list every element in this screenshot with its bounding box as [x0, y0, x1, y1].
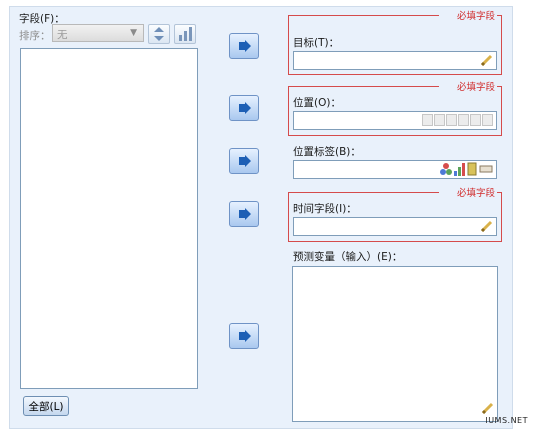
watermark: IUMS.NET	[485, 416, 528, 425]
pencil-icon	[480, 220, 493, 236]
location-label-label: 位置标签(B)：	[293, 146, 361, 158]
move-right-arrow-icon	[239, 40, 251, 52]
measure-level-icons	[440, 162, 493, 176]
circle-icon	[458, 114, 469, 126]
target-label: 目标(T)：	[293, 37, 340, 49]
string-icon	[479, 165, 493, 173]
sort-order-button[interactable]	[174, 24, 196, 44]
location-field[interactable]	[293, 111, 497, 130]
move-right-arrow-icon	[239, 208, 251, 220]
up-down-sort-icon	[154, 27, 164, 41]
pencil-icon	[480, 54, 493, 70]
move-right-arrow-icon	[239, 330, 251, 342]
sort-dropdown-value: 无	[57, 29, 68, 41]
grid-icon	[470, 114, 481, 126]
chevron-down-icon: ▼	[130, 28, 137, 38]
sort-dropdown[interactable]: 无 ▼	[52, 24, 144, 42]
sort-label: 排序：	[19, 30, 51, 42]
move-to-time-field-button[interactable]	[229, 201, 259, 227]
ordinal-icon	[454, 163, 465, 176]
move-right-arrow-icon	[239, 102, 251, 114]
sort-order-icon	[179, 27, 192, 41]
nominal-icon	[440, 163, 452, 175]
predictors-list[interactable]	[292, 266, 498, 422]
location-label: 位置(O)：	[293, 97, 341, 109]
required-tag: 必填字段	[454, 79, 497, 93]
field-list[interactable]	[20, 48, 198, 389]
all-button[interactable]: 全部(L)	[23, 396, 69, 416]
polygon-icon	[446, 114, 457, 126]
required-tag: 必填字段	[454, 8, 497, 22]
scale-icon	[467, 162, 477, 176]
predictors-label: 预测变量（输入）(E)：	[293, 251, 403, 263]
move-to-location-label-button[interactable]	[229, 148, 259, 174]
time-field-label: 时间字段(I)：	[293, 203, 357, 215]
point-icon	[422, 114, 433, 126]
move-to-target-button[interactable]	[229, 33, 259, 59]
move-to-predictors-button[interactable]	[229, 323, 259, 349]
time-field-input[interactable]	[293, 217, 497, 236]
location-label-field[interactable]	[293, 160, 497, 179]
move-right-arrow-icon	[239, 155, 251, 167]
move-to-location-button[interactable]	[229, 95, 259, 121]
up-down-sort-button[interactable]	[148, 24, 170, 44]
target-field[interactable]	[293, 51, 497, 70]
location-type-icons	[422, 114, 493, 126]
multi-icon	[482, 114, 493, 126]
line-icon	[434, 114, 445, 126]
required-tag: 必填字段	[454, 185, 497, 199]
